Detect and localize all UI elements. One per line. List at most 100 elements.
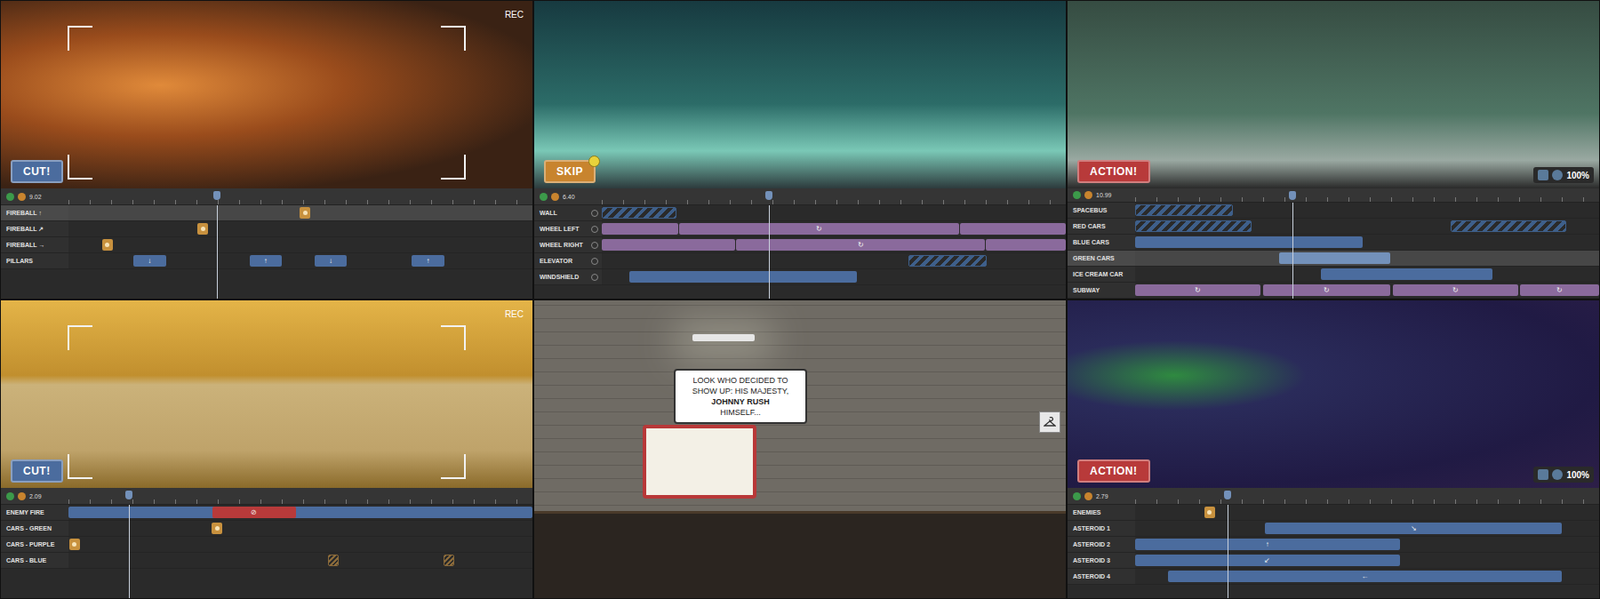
- camera-icon[interactable]: [1537, 469, 1549, 480]
- playhead-handle[interactable]: [1224, 490, 1232, 500]
- playhead[interactable]: [128, 504, 130, 599]
- track-row[interactable]: SPACEBUS: [1067, 202, 1600, 219]
- timeline-clip[interactable]: ↻: [1135, 284, 1261, 296]
- track-row[interactable]: ENEMIES: [1067, 504, 1600, 521]
- track-row[interactable]: ASTEROID 3↙: [1067, 552, 1600, 569]
- timeline-clip[interactable]: [102, 239, 113, 251]
- timeline-clip[interactable]: ←: [1168, 570, 1563, 583]
- track-row[interactable]: WHEEL RIGHT↻: [534, 237, 1066, 254]
- timeline-clip[interactable]: ↙: [1135, 554, 1400, 567]
- visibility-icon[interactable]: [591, 209, 599, 217]
- track-row[interactable]: FIREBALL ↗: [0, 221, 533, 238]
- timeline-clip[interactable]: [601, 207, 677, 219]
- timeline-clip[interactable]: ↑: [249, 255, 283, 267]
- scene-button[interactable]: SKIP: [544, 160, 596, 184]
- playhead-handle[interactable]: [125, 490, 133, 500]
- track-row[interactable]: BLUE CARS: [1067, 234, 1600, 251]
- help-icon[interactable]: [1552, 469, 1563, 480]
- timeline-clip[interactable]: ↘: [1264, 522, 1562, 535]
- timeline-clip[interactable]: [1320, 268, 1493, 280]
- timeline-clip[interactable]: ↑: [1135, 538, 1400, 551]
- record-icon[interactable]: [17, 192, 26, 201]
- timeline-clip[interactable]: ↻: [679, 223, 960, 235]
- track-row[interactable]: SUBWAY↻↻↻↻: [1067, 282, 1600, 299]
- timeline-clip[interactable]: ↻: [1392, 284, 1519, 296]
- time-ruler[interactable]: [1135, 188, 1600, 202]
- play-icon[interactable]: [1072, 191, 1081, 200]
- time-ruler[interactable]: [68, 188, 533, 205]
- timeline-clip[interactable]: [1204, 506, 1216, 519]
- visibility-icon[interactable]: [591, 241, 599, 249]
- track-row[interactable]: ICE CREAM CAR: [1067, 266, 1600, 283]
- timeline-clip[interactable]: [1135, 220, 1252, 232]
- playhead[interactable]: [216, 205, 218, 299]
- playhead[interactable]: [1292, 202, 1294, 299]
- timeline-clip[interactable]: [601, 223, 679, 235]
- track-row[interactable]: CARS - GREEN: [0, 520, 533, 537]
- track-row[interactable]: GREEN CARS: [1067, 250, 1600, 267]
- visibility-icon[interactable]: [591, 257, 599, 265]
- playhead[interactable]: [768, 205, 770, 299]
- timeline-clip[interactable]: [211, 522, 223, 535]
- track-row[interactable]: ASTEROID 2↑: [1067, 536, 1600, 553]
- time-ruler[interactable]: [1135, 488, 1600, 504]
- track-row[interactable]: ASTEROID 4←: [1067, 568, 1600, 585]
- record-icon[interactable]: [551, 192, 560, 201]
- track-row[interactable]: CARS - BLUE: [0, 552, 533, 569]
- timeline-clip[interactable]: [601, 239, 736, 251]
- track-row[interactable]: WALL: [534, 205, 1066, 222]
- timeline-clip[interactable]: ↓: [314, 255, 348, 267]
- playhead-handle[interactable]: [213, 191, 221, 200]
- track-row[interactable]: FIREBALL ↑: [0, 205, 533, 222]
- track-row[interactable]: ENEMY FIRE⊘: [0, 504, 533, 521]
- timeline-clip[interactable]: [1135, 204, 1233, 216]
- timeline-clip[interactable]: [960, 223, 1066, 235]
- timeline-clip[interactable]: ↻: [1520, 284, 1600, 296]
- visibility-icon[interactable]: [591, 225, 599, 233]
- timeline-clip[interactable]: ↻: [736, 239, 984, 251]
- timeline-clip[interactable]: [69, 538, 80, 551]
- playhead-handle[interactable]: [1288, 191, 1296, 200]
- record-icon[interactable]: [1084, 191, 1093, 200]
- timeline-clip[interactable]: [1135, 236, 1363, 248]
- scene-button[interactable]: CUT!: [10, 160, 64, 184]
- play-icon[interactable]: [6, 192, 15, 201]
- scene-button[interactable]: CUT!: [10, 459, 64, 483]
- timeline-clip[interactable]: [197, 223, 208, 235]
- scene-button[interactable]: ACTION!: [1077, 160, 1151, 184]
- play-icon[interactable]: [1072, 492, 1081, 501]
- record-icon[interactable]: [17, 492, 26, 501]
- timeline-clip[interactable]: [1279, 252, 1391, 264]
- timeline-clip[interactable]: [443, 554, 455, 567]
- timeline-clip[interactable]: [299, 207, 311, 219]
- track-row[interactable]: CARS - PURPLE: [0, 536, 533, 553]
- wardrobe-button[interactable]: [1039, 411, 1061, 433]
- visibility-icon[interactable]: [591, 273, 599, 281]
- track-row[interactable]: WINDSHIELD: [534, 269, 1066, 286]
- playhead-handle[interactable]: [765, 191, 773, 200]
- timeline-clip[interactable]: [68, 506, 533, 519]
- timeline-clip[interactable]: ⊘: [212, 506, 296, 519]
- track-row[interactable]: RED CARS: [1067, 218, 1600, 235]
- scene-button[interactable]: ACTION!: [1077, 459, 1151, 483]
- track-row[interactable]: ASTEROID 1↘: [1067, 520, 1600, 537]
- timeline-clip[interactable]: [629, 271, 857, 283]
- timeline-clip[interactable]: ↻: [1263, 284, 1392, 296]
- playhead[interactable]: [1227, 504, 1229, 599]
- track-row[interactable]: WHEEL LEFT↻: [534, 221, 1066, 238]
- time-ruler[interactable]: [68, 488, 533, 504]
- track-row[interactable]: PILLARS↓↑↓↑: [0, 253, 533, 270]
- timeline-clip[interactable]: [328, 554, 339, 567]
- track-row[interactable]: ELEVATOR: [534, 253, 1066, 270]
- timeline-clip[interactable]: ↑: [411, 255, 445, 267]
- play-icon[interactable]: [539, 192, 548, 201]
- play-icon[interactable]: [6, 492, 15, 501]
- timeline-clip[interactable]: [985, 239, 1066, 251]
- track-row[interactable]: FIREBALL →: [0, 237, 533, 254]
- timeline-clip[interactable]: [908, 255, 988, 267]
- record-icon[interactable]: [1084, 492, 1093, 501]
- time-ruler[interactable]: [601, 188, 1066, 205]
- camera-icon[interactable]: [1537, 169, 1549, 181]
- timeline-clip[interactable]: [1450, 220, 1568, 232]
- help-icon[interactable]: [1552, 169, 1563, 181]
